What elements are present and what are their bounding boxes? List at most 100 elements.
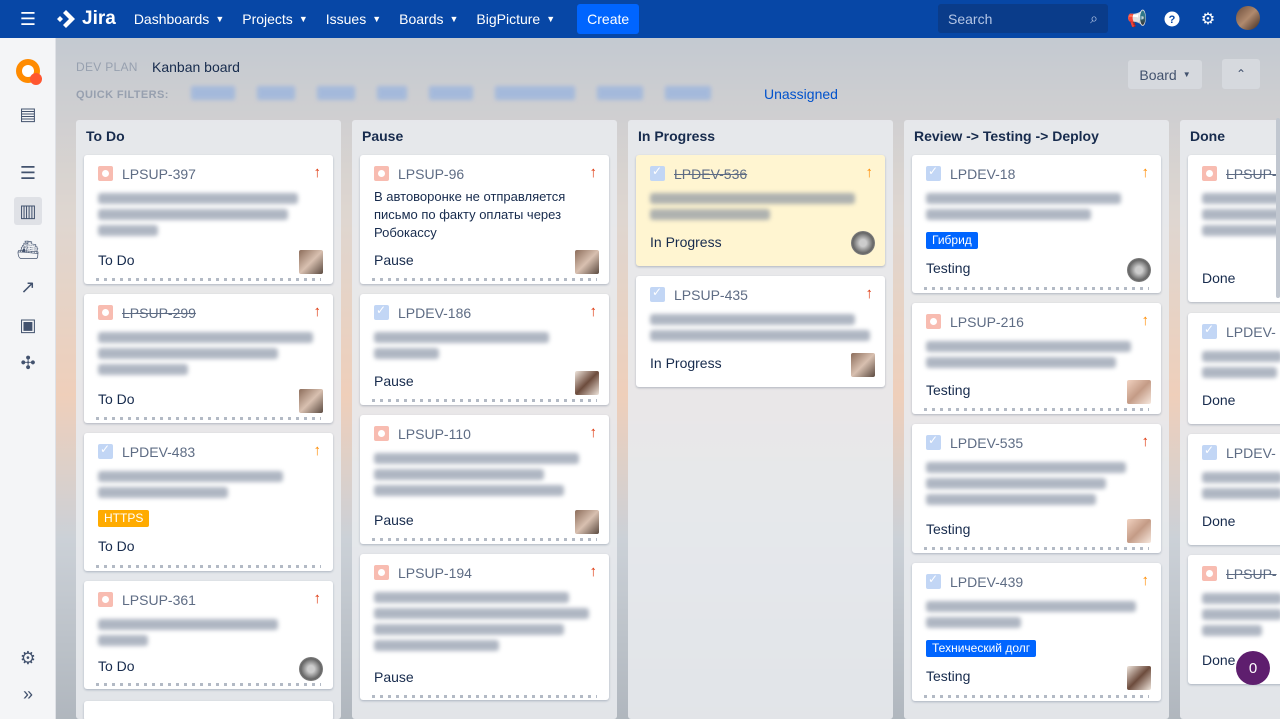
issue-card[interactable]: LPDEV- Done <box>1188 313 1280 424</box>
create-button[interactable]: Create <box>577 4 640 34</box>
notification-badge[interactable]: 0 <box>1236 651 1270 685</box>
issue-key[interactable]: LPSUP- <box>1226 166 1277 182</box>
issue-key[interactable]: LPSUP- <box>1226 566 1277 582</box>
megaphone-icon[interactable]: 📢 <box>1126 8 1148 30</box>
issue-key[interactable]: LPSUP-96 <box>398 166 464 182</box>
issue-card[interactable]: LPSUP-361 ↑ To Do <box>84 581 333 689</box>
quick-filter[interactable] <box>495 86 575 100</box>
board-icon[interactable]: ▥ <box>14 197 42 225</box>
issue-card[interactable]: LPDEV-186 ↑ Pause <box>360 294 609 405</box>
project-avatar-icon[interactable] <box>11 54 45 88</box>
issue-key[interactable]: LPDEV-483 <box>122 444 195 460</box>
quick-filter[interactable] <box>191 86 235 100</box>
board-scrollbar[interactable] <box>1276 118 1280 298</box>
components-icon[interactable]: ✣ <box>14 349 42 377</box>
assignee-avatar[interactable] <box>1127 666 1151 690</box>
issue-card[interactable]: LPDEV-439 ↑ Технический долг Testing <box>912 563 1161 701</box>
issue-card[interactable]: LPDEV-536 ↑ In Progress <box>636 155 885 266</box>
issue-status: Testing <box>926 260 971 276</box>
releases-icon[interactable]: ⛴ <box>14 236 42 264</box>
assignee-avatar[interactable] <box>575 371 599 395</box>
issue-key[interactable]: LPSUP-194 <box>398 565 472 581</box>
issue-card[interactable]: LPDEV- Done <box>1188 434 1280 545</box>
issue-key[interactable]: LPSUP-216 <box>950 314 1024 330</box>
search-input[interactable]: Search ⌕ <box>938 4 1108 33</box>
nav-bigpicture[interactable]: BigPicture ▼ <box>476 11 555 27</box>
nav-dashboards[interactable]: Dashboards ▼ <box>134 11 224 27</box>
assignee-avatar[interactable] <box>1127 258 1151 282</box>
bug-icon <box>1202 166 1217 181</box>
quick-filter[interactable] <box>377 86 407 100</box>
assignee-avatar[interactable] <box>299 250 323 274</box>
days-in-column-dots <box>924 547 1149 550</box>
backlog-icon[interactable]: ▤ <box>14 100 42 128</box>
assignee-avatar[interactable] <box>299 657 323 681</box>
quick-filter[interactable] <box>317 86 355 100</box>
issue-card[interactable] <box>84 701 333 719</box>
assignee-avatar[interactable] <box>299 389 323 413</box>
assignee-avatar[interactable] <box>851 353 875 377</box>
issue-card[interactable]: LPSUP-435 ↑ In Progress <box>636 276 885 387</box>
project-settings-icon[interactable]: ⚙ <box>14 644 42 672</box>
task-icon <box>926 164 941 181</box>
roadmap-icon[interactable]: ☰ <box>14 159 42 187</box>
quick-filter[interactable] <box>597 86 643 100</box>
issue-card[interactable]: LPSUP-110 ↑ Pause <box>360 415 609 544</box>
issue-card[interactable]: LPDEV-535 ↑ Testing <box>912 424 1161 553</box>
issue-status: To Do <box>98 252 135 268</box>
nav-boards[interactable]: Boards ▼ <box>399 11 458 27</box>
jira-logo[interactable]: Jira <box>56 8 116 30</box>
issue-summary <box>98 466 318 503</box>
days-in-column-dots <box>96 565 321 568</box>
issue-key[interactable]: LPSUP-299 <box>122 305 196 321</box>
search-icon: ⌕ <box>1090 10 1098 26</box>
issue-key[interactable]: LPSUP-361 <box>122 592 196 608</box>
settings-icon[interactable]: ⚙ <box>1197 8 1219 30</box>
priority-high-icon: ↑ <box>589 563 598 580</box>
issue-card[interactable]: LPDEV-18 ↑ Гибрид Testing <box>912 155 1161 293</box>
menu-icon[interactable]: ☰ <box>0 9 56 30</box>
nav-projects[interactable]: Projects ▼ <box>242 11 308 27</box>
assignee-avatar[interactable] <box>1127 519 1151 543</box>
issues-icon[interactable]: ▣ <box>14 311 42 339</box>
issue-key[interactable]: LPSUP-435 <box>674 287 748 303</box>
days-in-column-dots <box>372 695 597 698</box>
issue-card[interactable]: LPSUP-299 ↑ To Do <box>84 294 333 423</box>
issue-key[interactable]: LPSUP-110 <box>398 426 471 442</box>
assignee-avatar[interactable] <box>1127 380 1151 404</box>
chevron-down-icon: ▼ <box>298 14 308 24</box>
issue-key[interactable]: LPDEV- <box>1226 445 1276 461</box>
page-title: Kanban board <box>152 59 240 75</box>
issue-key[interactable]: LPDEV-535 <box>950 435 1023 451</box>
quick-filter[interactable] <box>429 86 473 100</box>
issue-key[interactable]: LPDEV-536 <box>674 166 747 182</box>
chevron-down-icon: ▼ <box>449 14 459 24</box>
issue-key[interactable]: LPDEV-439 <box>950 574 1023 590</box>
issue-card[interactable]: LPSUP- Done <box>1188 155 1280 302</box>
issue-key[interactable]: LPDEV- <box>1226 324 1276 340</box>
quick-filter-unassigned[interactable]: Unassigned <box>764 86 838 102</box>
quick-filter[interactable] <box>665 86 711 100</box>
issue-key[interactable]: LPSUP-397 <box>122 166 196 182</box>
board-menu-button[interactable]: Board ▼ <box>1128 60 1202 89</box>
quick-filter[interactable] <box>257 86 295 100</box>
assignee-avatar[interactable] <box>575 250 599 274</box>
issue-card[interactable]: LPSUP-397 ↑ To Do <box>84 155 333 284</box>
assignee-avatar[interactable] <box>851 231 875 255</box>
user-avatar[interactable] <box>1236 6 1260 30</box>
assignee-avatar[interactable] <box>575 510 599 534</box>
nav-issues[interactable]: Issues ▼ <box>326 11 381 27</box>
collapse-header-button[interactable]: ⌃ <box>1222 59 1260 89</box>
nav-label: Projects <box>242 11 293 27</box>
issue-key[interactable]: LPDEV-186 <box>398 305 471 321</box>
issue-card[interactable]: LPSUP-194 ↑ Pause <box>360 554 609 700</box>
help-icon[interactable]: ? <box>1161 8 1183 30</box>
issue-key[interactable]: LPDEV-18 <box>950 166 1015 182</box>
issue-card[interactable]: LPSUP-96 ↑ В автоворонке не отправляется… <box>360 155 609 284</box>
issue-card[interactable]: LPDEV-483 ↑ HTTPS To Do <box>84 433 333 571</box>
expand-sidebar-icon[interactable]: » <box>14 680 42 708</box>
issue-summary <box>374 448 594 501</box>
breadcrumb[interactable]: DEV PLAN <box>76 60 138 74</box>
issue-card[interactable]: LPSUP-216 ↑ Testing <box>912 303 1161 414</box>
reports-icon[interactable]: ↗ <box>14 273 42 301</box>
